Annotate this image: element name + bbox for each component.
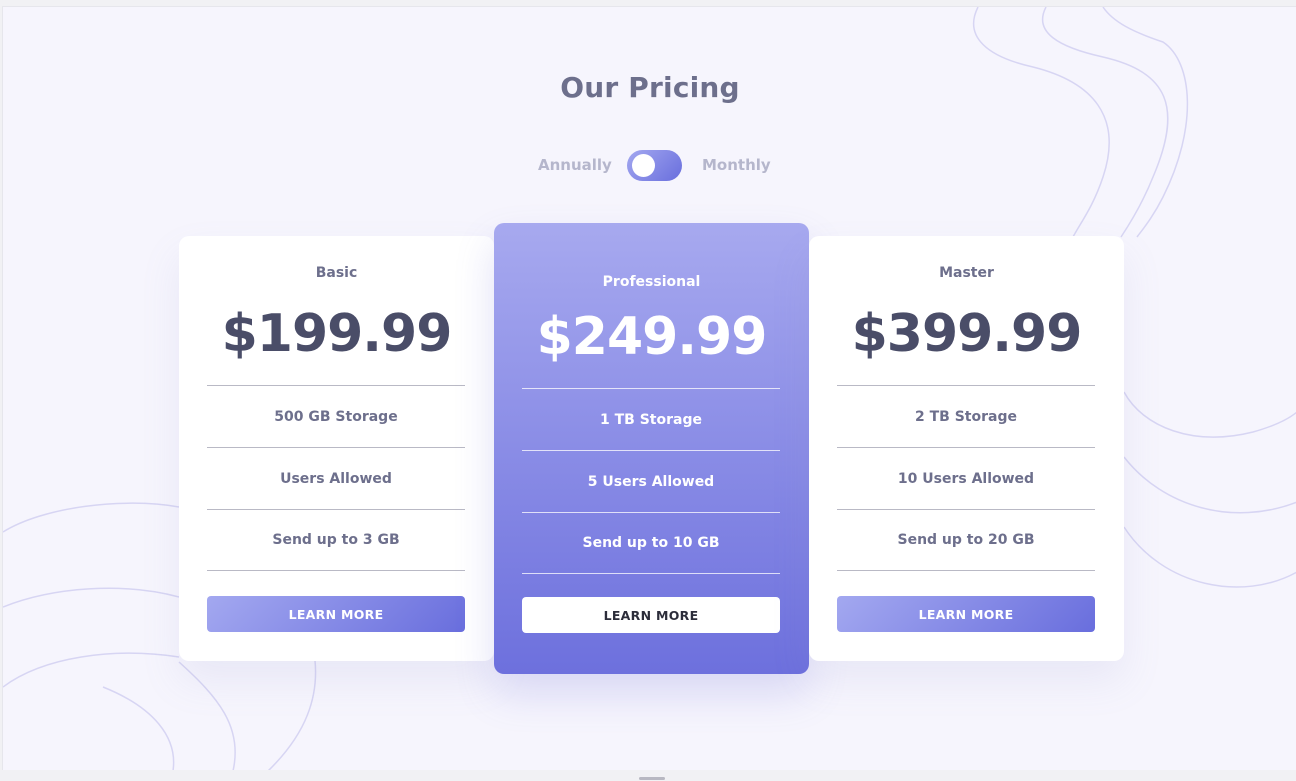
feature-item: 1 TB Storage: [522, 388, 780, 450]
feature-item: Send up to 20 GB: [837, 509, 1095, 571]
pricing-card-professional: Professional $249.99 1 TB Storage 5 User…: [494, 223, 809, 674]
billing-toggle: Annually Monthly: [3, 149, 1296, 181]
plan-name: Basic: [315, 265, 358, 281]
learn-more-button-master[interactable]: LEARN MORE: [837, 596, 1095, 632]
feature-item: 10 Users Allowed: [837, 447, 1095, 509]
pricing-page: Our Pricing Annually Monthly Basic $199.…: [2, 6, 1296, 770]
feature-item: 500 GB Storage: [207, 385, 465, 447]
plan-price: $199.99: [221, 304, 453, 364]
switch-knob: [632, 154, 655, 177]
feature-item: Send up to 10 GB: [522, 512, 780, 574]
feature-list: 500 GB Storage Users Allowed Send up to …: [207, 385, 465, 571]
feature-item: 2 TB Storage: [837, 385, 1095, 447]
feature-item: 5 Users Allowed: [522, 450, 780, 512]
plan-name: Professional: [602, 274, 701, 290]
feature-list: 1 TB Storage 5 Users Allowed Send up to …: [522, 388, 780, 574]
page-title: Our Pricing: [560, 71, 740, 104]
monthly-label[interactable]: Monthly: [702, 156, 771, 174]
scroll-handle[interactable]: [639, 777, 665, 780]
learn-more-button-professional[interactable]: LEARN MORE: [522, 597, 780, 633]
feature-item: Send up to 3 GB: [207, 509, 465, 571]
plan-price: $399.99: [851, 304, 1083, 364]
pricing-card-master: Master $399.99 2 TB Storage 10 Users All…: [809, 236, 1124, 661]
billing-switch[interactable]: [627, 150, 682, 181]
plan-name: Master: [939, 265, 994, 281]
feature-item: Users Allowed: [207, 447, 465, 509]
pricing-card-basic: Basic $199.99 500 GB Storage Users Allow…: [179, 236, 494, 661]
feature-list: 2 TB Storage 10 Users Allowed Send up to…: [837, 385, 1095, 571]
annually-label[interactable]: Annually: [538, 156, 612, 174]
plan-price: $249.99: [536, 307, 768, 367]
learn-more-button-basic[interactable]: LEARN MORE: [207, 596, 465, 632]
